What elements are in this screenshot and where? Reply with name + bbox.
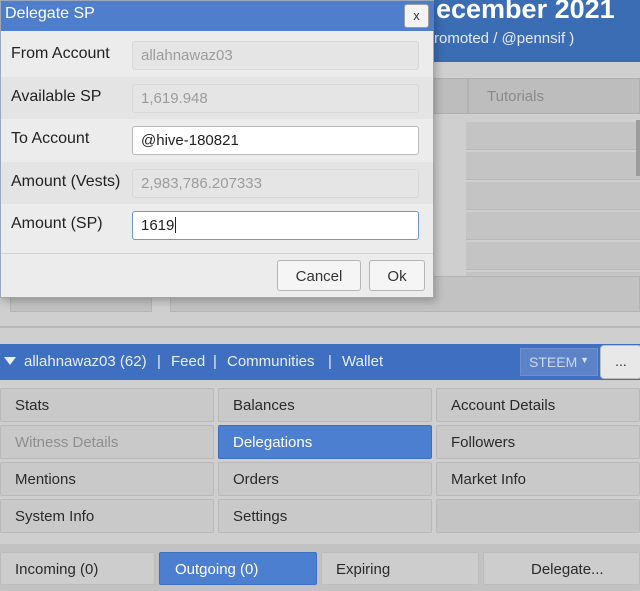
background-row [466,122,640,150]
nav-account-link[interactable]: allahnawaz03 (62) [24,353,147,370]
background-row [466,242,640,270]
background-row [466,212,640,240]
menu-market-info[interactable]: Market Info [436,462,640,496]
from-account-field: allahnawaz03 [132,41,419,70]
available-sp-field: 1,619.948 [132,84,419,113]
menu-witness-details[interactable]: Witness Details [0,425,214,459]
amount-sp-input[interactable]: 1619 [132,211,419,240]
close-button[interactable]: x [404,4,429,28]
dropdown-arrow-icon: ▼ [580,355,589,365]
to-account-label: To Account [11,130,90,147]
background-tab-tutorials: Tutorials [468,78,640,114]
background-row [466,182,640,210]
amount-vests-field: 2,983,786.207333 [132,169,419,198]
field-row-from-account: From Account allahnawaz03 [1,34,433,76]
background-title: ecember 2021 [436,0,615,24]
amount-vests-label: Amount (Vests) [11,173,121,190]
menu-stats[interactable]: Stats [0,388,214,422]
available-sp-label: Available SP [11,88,102,105]
background-subtitle: romoted / @pennsif ) [434,30,575,47]
from-account-label: From Account [11,45,110,62]
background-divider [0,326,640,328]
amount-sp-label: Amount (SP) [11,215,103,232]
dialog-titlebar[interactable]: Delegate SP x [1,1,434,31]
delegate-button[interactable]: Delegate... [483,552,640,585]
menu-system-info[interactable]: System Info [0,499,214,533]
menu-mentions[interactable]: Mentions [0,462,214,496]
chevron-down-icon[interactable] [4,357,16,365]
chain-select[interactable]: STEEM ▼ [520,348,598,376]
menu-orders[interactable]: Orders [218,462,432,496]
tab-outgoing[interactable]: Outgoing (0) [159,552,317,585]
menu-balances[interactable]: Balances [218,388,432,422]
ok-button[interactable]: Ok [369,260,425,291]
menu-followers[interactable]: Followers [436,425,640,459]
menu-account-details[interactable]: Account Details [436,388,640,422]
delegate-sp-dialog: Delegate SP x From Account allahnawaz03 … [0,0,434,298]
field-row-amount-sp: Amount (SP) 1619 [1,204,433,246]
background-row [466,152,640,180]
background-scrollbar [636,120,640,176]
nav-separator: | [157,353,161,370]
background-tab [434,78,468,114]
more-button[interactable]: ... [600,345,640,379]
tab-incoming[interactable]: Incoming (0) [0,552,155,585]
nav-communities-link[interactable]: Communities [227,353,315,370]
menu-delegations[interactable]: Delegations [218,425,432,459]
dialog-footer: Cancel Ok [1,253,433,297]
menu-empty-cell [436,499,640,533]
to-account-input[interactable]: @hive-180821 [132,126,419,155]
dialog-title: Delegate SP [5,5,95,22]
nav-separator: | [328,353,332,370]
nav-wallet-link[interactable]: Wallet [342,353,383,370]
field-row-to-account: To Account @hive-180821 [1,119,433,161]
nav-separator: | [213,353,217,370]
text-caret [175,217,177,233]
amount-sp-value: 1619 [141,217,175,234]
nav-feed-link[interactable]: Feed [171,353,205,370]
tab-expiring[interactable]: Expiring [321,552,479,585]
field-row-available-sp: Available SP 1,619.948 [1,77,433,119]
menu-settings[interactable]: Settings [218,499,432,533]
chain-select-value: STEEM [529,354,578,370]
field-row-amount-vests: Amount (Vests) 2,983,786.207333 [1,162,433,204]
cancel-button[interactable]: Cancel [277,260,361,291]
